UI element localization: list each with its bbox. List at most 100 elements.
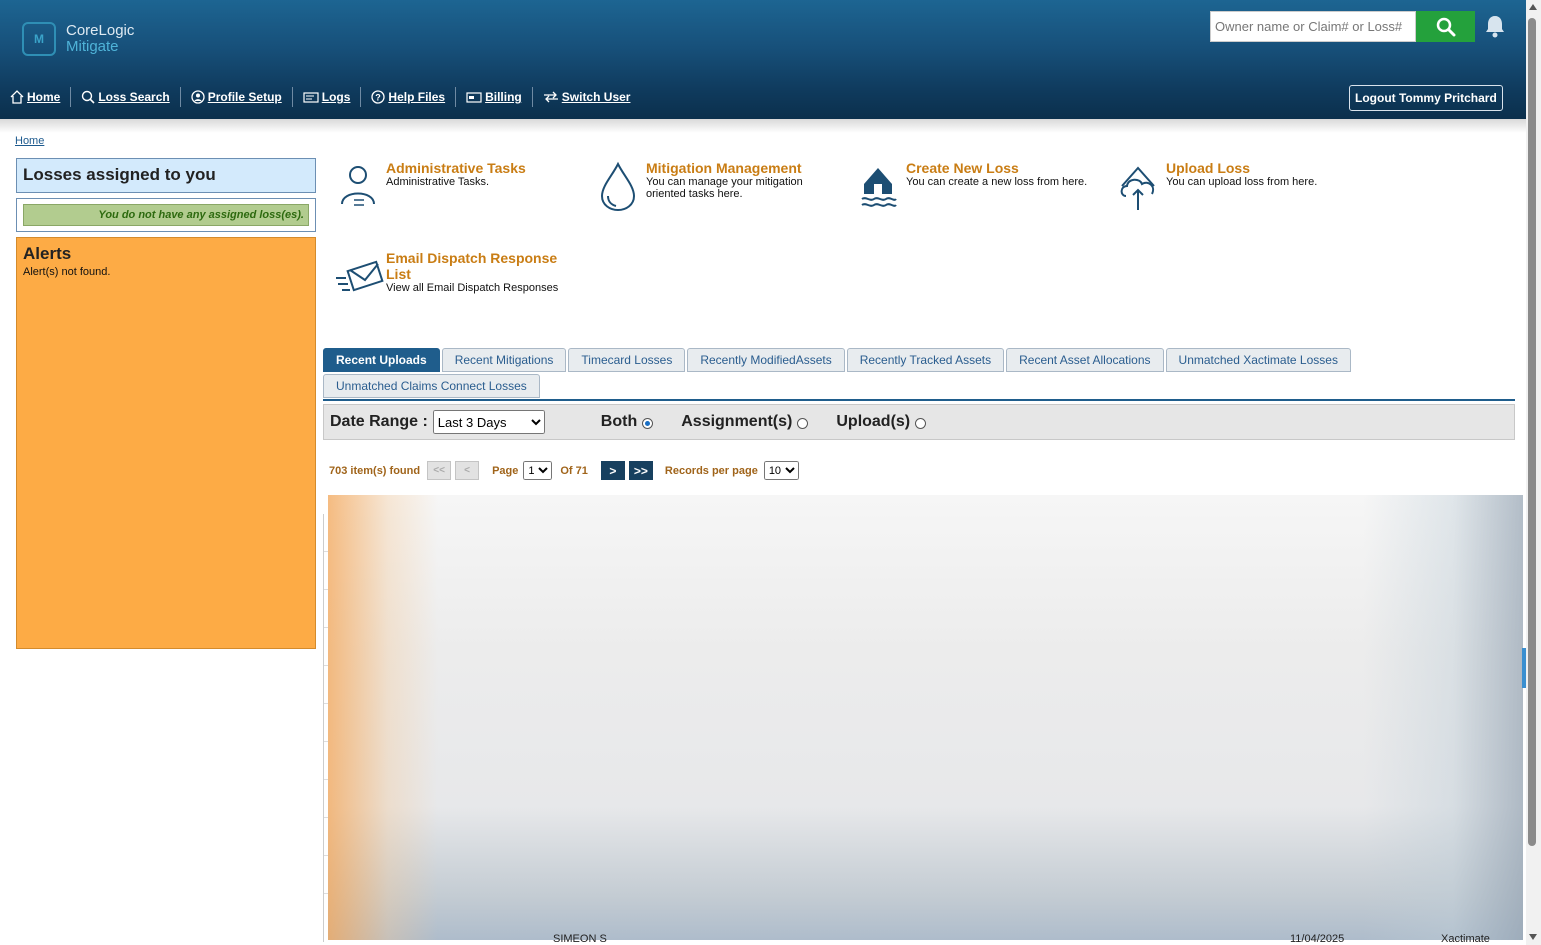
tile-desc: You can upload loss from here. <box>1166 176 1318 188</box>
scroll-down-arrow-icon[interactable] <box>1529 934 1537 940</box>
tile-upload-loss[interactable]: Upload Loss You can upload loss from her… <box>1114 160 1366 212</box>
radio-assignments-label: Assignment(s) <box>681 413 793 430</box>
items-found-count: 703 item(s) found <box>329 464 421 477</box>
nav-logs-label: Logs <box>321 90 351 104</box>
brand-name: CoreLogic <box>66 22 135 39</box>
tab-recent-uploads[interactable]: Recent Uploads <box>323 348 440 372</box>
house-upload-icon <box>1120 166 1155 210</box>
prev-page-button[interactable]: < <box>455 461 480 480</box>
tile-title: Upload Loss <box>1166 160 1251 176</box>
view-radio-group: Both Assignment(s) Upload(s) <box>601 413 954 431</box>
tab-timecard-losses[interactable]: Timecard Losses <box>568 348 686 372</box>
nav-profile-setup[interactable]: Profile Setup <box>181 87 293 107</box>
tab-unmatched-claims-connect-losses[interactable]: Unmatched Claims Connect Losses <box>323 374 540 398</box>
help-circle-icon: ? <box>371 90 386 104</box>
tile-title: Administrative Tasks <box>386 160 526 176</box>
search-button[interactable] <box>1416 11 1475 42</box>
next-page-button[interactable]: > <box>600 461 625 480</box>
logout-button[interactable]: Logout Tommy Pritchard <box>1349 85 1503 111</box>
main-nav: Home Loss Search Profile Setup Logs ? He… <box>10 87 641 107</box>
date-range-label: Date Range : <box>330 413 428 430</box>
breadcrumb-home-link[interactable]: Home <box>15 135 44 147</box>
logs-icon <box>303 92 319 103</box>
nav-home-label: Home <box>27 90 61 104</box>
radio-uploads-input[interactable] <box>915 418 927 429</box>
tab-recent-asset-allocations[interactable]: Recent Asset Allocations <box>1006 348 1164 372</box>
filter-bar: Date Range : Last 3 Days Both Assignment… <box>323 404 1515 440</box>
user-circle-icon <box>191 90 205 104</box>
tab-recent-mitigations[interactable]: Recent Mitigations <box>441 348 567 372</box>
tile-title: Mitigation Management <box>646 160 802 176</box>
table-cell-date: 11/04/2025 <box>1290 933 1345 945</box>
table-cell-source: Xactimate <box>1441 933 1490 945</box>
svg-text:?: ? <box>376 93 382 103</box>
tile-administrative-tasks[interactable]: Administrative Tasks Administrative Task… <box>334 160 586 212</box>
search-input[interactable] <box>1210 11 1416 42</box>
nav-switch-user-label: Switch User <box>561 90 631 104</box>
nav-home[interactable]: Home <box>10 87 72 107</box>
page-label: Page <box>492 464 519 477</box>
admin-person-icon <box>341 166 375 206</box>
notifications-bell-icon[interactable] <box>1484 14 1506 43</box>
logo-mark-letter: M <box>34 32 44 46</box>
nav-loss-search-label: Loss Search <box>98 90 170 104</box>
global-search <box>1210 11 1475 42</box>
nav-billing[interactable]: Billing <box>456 87 533 107</box>
radio-both-label: Both <box>600 413 638 430</box>
tile-create-new-loss[interactable]: Create New Loss You can create a new los… <box>854 160 1106 212</box>
losses-assigned-title: Losses assigned to you <box>16 158 316 193</box>
tile-desc: Administrative Tasks. <box>386 176 490 188</box>
tab-underline <box>323 399 1515 401</box>
flooded-house-icon <box>861 168 897 207</box>
radio-assignments[interactable]: Assignment(s) <box>681 413 809 431</box>
scroll-thumb[interactable] <box>1528 18 1536 846</box>
tab-unmatched-xactimate-losses[interactable]: Unmatched Xactimate Losses <box>1165 348 1351 372</box>
results-table-blurred <box>328 495 1523 940</box>
records-per-page-label: Records per page <box>664 464 758 477</box>
radio-assignments-input[interactable] <box>797 418 809 429</box>
tile-email-dispatch-response-list[interactable]: Email Dispatch Response List View all Em… <box>334 250 586 302</box>
top-header: M CoreLogic Mitigate Owner name or Claim… <box>0 0 1526 119</box>
app-page: M CoreLogic Mitigate Owner name or Claim… <box>0 0 1541 945</box>
corelogic-mitigate-logo[interactable]: M CoreLogic Mitigate <box>22 22 134 56</box>
table-cell-owner: SIMEON S <box>553 933 607 945</box>
nav-profile-setup-label: Profile Setup <box>207 90 282 104</box>
alerts-message: Alert(s) not found. <box>23 266 111 278</box>
billing-icon <box>466 92 482 103</box>
no-losses-message: You do not have any assigned loss(es). <box>23 204 309 226</box>
envelope-icon <box>336 260 384 292</box>
nav-help-files[interactable]: ? Help Files <box>361 87 457 107</box>
tab-recently-modified-assets[interactable]: Recently ModifiedAssets <box>687 348 845 372</box>
radio-both[interactable]: Both <box>600 413 654 431</box>
nav-help-files-label: Help Files <box>388 90 446 104</box>
tile-desc: You can create a new loss from here. <box>906 176 1088 188</box>
date-range-select[interactable]: Last 3 Days <box>432 410 545 434</box>
scroll-up-arrow-icon[interactable] <box>1529 4 1537 10</box>
nav-logs[interactable]: Logs <box>293 87 362 107</box>
losses-assigned-panel: You do not have any assigned loss(es). <box>16 198 316 232</box>
search-icon <box>82 90 95 104</box>
alerts-panel: Alerts Alert(s) not found. <box>16 237 316 649</box>
water-drop-icon <box>600 161 636 212</box>
radio-both-input[interactable] <box>642 418 654 429</box>
nav-loss-search[interactable]: Loss Search <box>71 87 181 107</box>
last-page-button[interactable]: >> <box>628 461 653 480</box>
first-page-button[interactable]: << <box>427 461 452 480</box>
tab-recently-tracked-assets[interactable]: Recently Tracked Assets <box>846 348 1005 372</box>
alerts-title: Alerts <box>23 244 72 263</box>
radio-uploads[interactable]: Upload(s) <box>836 413 927 431</box>
page-scrollbar[interactable] <box>1526 0 1541 945</box>
page-select[interactable]: 1 <box>523 461 553 480</box>
search-icon <box>1436 17 1455 36</box>
home-icon <box>10 90 24 104</box>
nav-switch-user[interactable]: Switch User <box>533 87 641 107</box>
tile-mitigation-management[interactable]: Mitigation Management You can manage you… <box>594 160 816 212</box>
nav-billing-label: Billing <box>485 90 522 104</box>
records-per-page-select[interactable]: 10 <box>763 461 799 480</box>
radio-uploads-label: Upload(s) <box>836 413 911 430</box>
pagination-bar: 703 item(s) found << < Page 1 Of 71 > >>… <box>329 461 799 480</box>
tile-title: Create New Loss <box>906 160 1019 176</box>
logo-mark-icon: M <box>22 22 56 56</box>
header-shadow <box>0 119 1526 133</box>
tab-strip: Recent Uploads Recent Mitigations Timeca… <box>323 348 1515 400</box>
